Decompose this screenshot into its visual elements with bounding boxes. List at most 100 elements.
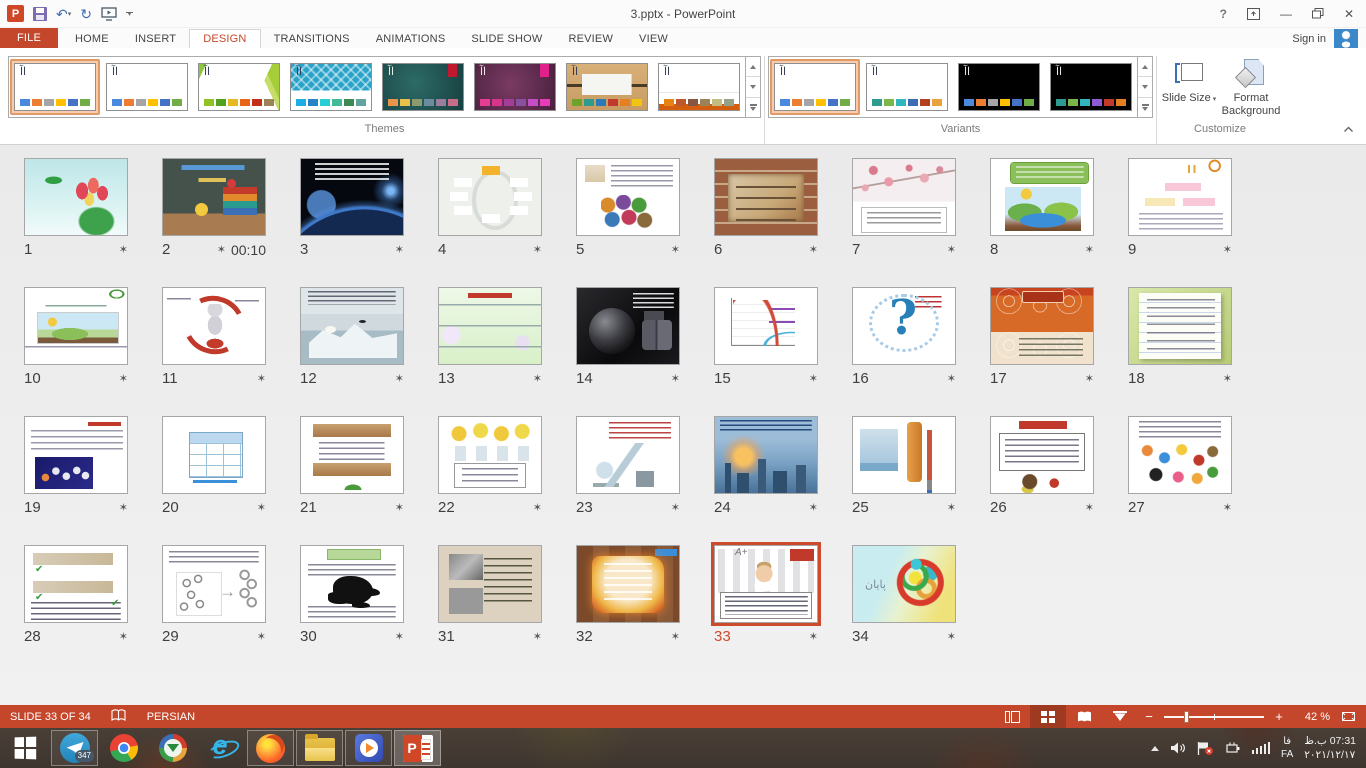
slide-thumbnail[interactable]	[300, 158, 404, 236]
slide-7[interactable]: 7✶	[852, 158, 990, 258]
theme-facet[interactable]: اآ	[194, 59, 284, 115]
taskbar-clock[interactable]: 07:31 ب.ظ ۲۰۲۱/۱۲/۱۷	[1304, 734, 1356, 762]
slide-thumbnail[interactable]	[24, 287, 128, 365]
sign-in[interactable]: Sign in	[1292, 29, 1366, 48]
kmplayer-taskbar-button[interactable]	[345, 730, 392, 766]
action-center-flag-icon[interactable]	[1197, 741, 1214, 756]
tab-animations[interactable]: ANIMATIONS	[363, 30, 459, 48]
slide-thumbnail[interactable]	[300, 416, 404, 494]
slide-15[interactable]: 15✶	[714, 287, 852, 387]
slide-6[interactable]: 6✶	[714, 158, 852, 258]
slide-thumbnail[interactable]: A+	[714, 545, 818, 623]
slide-thumbnail[interactable]: پایان	[852, 545, 956, 623]
slide-thumbnail[interactable]	[990, 158, 1094, 236]
slide-5[interactable]: 5✶	[576, 158, 714, 258]
slide-13[interactable]: 13✶	[438, 287, 576, 387]
slide-12[interactable]: 12✶	[300, 287, 438, 387]
language-indicator[interactable]: PERSIAN	[147, 711, 195, 723]
theme-integral[interactable]: اآ	[286, 59, 376, 115]
slide-25[interactable]: 25✶	[852, 416, 990, 516]
slide-23[interactable]: 23✶	[576, 416, 714, 516]
slide-thumbnail[interactable]	[576, 545, 680, 623]
slide-18[interactable]: 18✶	[1128, 287, 1266, 387]
variant-variant-1[interactable]: اآ	[770, 59, 860, 115]
theme-retrospect[interactable]: اآ	[654, 59, 744, 115]
themes-scroll-down-button[interactable]	[746, 77, 760, 97]
help-button[interactable]: ?	[1220, 7, 1227, 21]
slide-8[interactable]: 8✶	[990, 158, 1128, 258]
theme-ion[interactable]: اآ	[378, 59, 468, 115]
slide-9[interactable]: 9✶	[1128, 158, 1266, 258]
variant-variant-2[interactable]: اآ	[862, 59, 952, 115]
chrome-taskbar-button[interactable]	[100, 730, 147, 766]
slide-thumbnail[interactable]	[438, 158, 542, 236]
slide-33[interactable]: A+33✶	[714, 545, 852, 645]
zoom-slider[interactable]	[1164, 716, 1264, 718]
slide-16[interactable]: 16✶	[852, 287, 990, 387]
slide-4[interactable]: 4✶	[438, 158, 576, 258]
variant-variant-4[interactable]: اآ	[1046, 59, 1136, 115]
slide-29[interactable]: 29✶	[162, 545, 300, 645]
zoom-in-button[interactable]: +	[1268, 709, 1290, 724]
slide-thumbnail[interactable]	[162, 158, 266, 236]
slide-34[interactable]: پایان34✶	[852, 545, 990, 645]
tab-transitions[interactable]: TRANSITIONS	[261, 30, 363, 48]
slide-thumbnail[interactable]	[162, 287, 266, 365]
slide-17[interactable]: 17✶	[990, 287, 1128, 387]
tab-slideshow[interactable]: SLIDE SHOW	[458, 30, 555, 48]
variants-more-button[interactable]	[1138, 98, 1152, 117]
themes-more-button[interactable]	[746, 98, 760, 117]
slide-1[interactable]: 1✶	[24, 158, 162, 258]
slide-thumbnail[interactable]	[438, 287, 542, 365]
slide-thumbnail[interactable]	[852, 158, 956, 236]
slide-thumbnail[interactable]	[1128, 287, 1232, 365]
slide-32[interactable]: 32✶	[576, 545, 714, 645]
slide-thumbnail[interactable]	[576, 287, 680, 365]
theme-office[interactable]: اآ	[10, 59, 100, 115]
slide-28[interactable]: 28✶	[24, 545, 162, 645]
tab-design[interactable]: DESIGN	[189, 29, 260, 48]
spell-check-icon[interactable]	[111, 709, 127, 725]
powerpoint-taskbar-button[interactable]	[394, 730, 441, 766]
tab-insert[interactable]: INSERT	[122, 30, 189, 48]
slide-11[interactable]: 11✶	[162, 287, 300, 387]
slide-thumbnail[interactable]	[24, 545, 128, 623]
slide-thumbnail[interactable]	[714, 158, 818, 236]
slide-27[interactable]: 27✶	[1128, 416, 1266, 516]
explorer-taskbar-button[interactable]	[296, 730, 343, 766]
slide-thumbnail[interactable]	[990, 416, 1094, 494]
volume-icon[interactable]	[1170, 741, 1186, 755]
reading-view-button[interactable]	[1066, 705, 1102, 728]
slide-thumbnail[interactable]	[1128, 158, 1232, 236]
tab-review[interactable]: REVIEW	[555, 30, 626, 48]
slide-thumbnail[interactable]	[576, 416, 680, 494]
hidden-icons-chevron[interactable]	[1151, 746, 1159, 751]
slide-31[interactable]: 31✶	[438, 545, 576, 645]
close-button[interactable]: ✕	[1344, 7, 1354, 21]
tab-view[interactable]: VIEW	[626, 30, 681, 48]
language-switcher[interactable]: فا FA	[1281, 735, 1293, 761]
minimize-button[interactable]: —	[1280, 7, 1292, 21]
slide-24[interactable]: 24✶	[714, 416, 852, 516]
slide-thumbnail[interactable]	[714, 416, 818, 494]
theme-organic[interactable]: اآ	[562, 59, 652, 115]
network-signal-icon[interactable]	[1252, 742, 1271, 754]
themes-scroll-up-button[interactable]	[746, 57, 760, 77]
zoom-out-button[interactable]: −	[1138, 709, 1160, 724]
slide-thumbnail[interactable]	[990, 287, 1094, 365]
slide-2[interactable]: 2✶00:10	[162, 158, 300, 258]
zoom-level[interactable]: 42 %	[1290, 711, 1336, 723]
theme-office2[interactable]: اآ	[102, 59, 192, 115]
slide-thumbnail[interactable]	[300, 545, 404, 623]
slide-thumbnail[interactable]	[576, 158, 680, 236]
tab-home[interactable]: HOME	[62, 30, 122, 48]
variants-scroll-down-button[interactable]	[1138, 77, 1152, 97]
normal-view-button[interactable]	[994, 705, 1030, 728]
slide-14[interactable]: 14✶	[576, 287, 714, 387]
slide-show-button[interactable]	[1102, 705, 1138, 728]
theme-ionboard[interactable]: اآ	[470, 59, 560, 115]
variants-scroll-up-button[interactable]	[1138, 57, 1152, 77]
start-button[interactable]	[0, 728, 50, 768]
account-avatar-icon[interactable]	[1334, 29, 1358, 48]
slide-thumbnail[interactable]	[162, 545, 266, 623]
